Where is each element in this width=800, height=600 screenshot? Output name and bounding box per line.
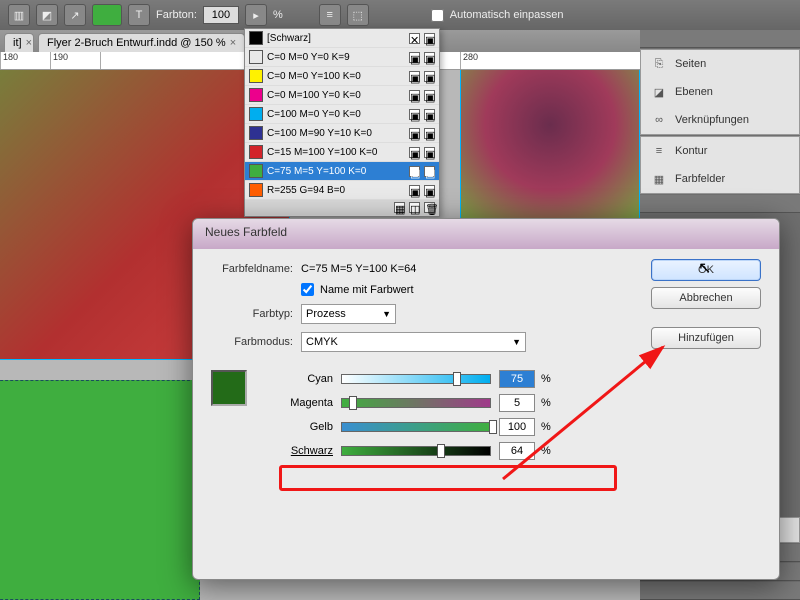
close-icon[interactable]: ×: [230, 37, 236, 49]
trash-icon[interactable]: 🗑: [424, 202, 435, 213]
swatches-dropdown: [Schwarz]✕▣ C=0 M=0 Y=0 K=9▣▣ C=0 M=0 Y=…: [244, 28, 440, 217]
gelb-slider[interactable]: [341, 422, 491, 432]
magenta-label: Magenta: [263, 397, 341, 409]
swatch-item[interactable]: [Schwarz]✕▣: [245, 29, 439, 48]
name-with-value-label: Name mit Farbwert: [320, 284, 414, 296]
swatch-name-label: Farbfeldname:: [211, 263, 301, 275]
tool-icon[interactable]: ↗: [64, 4, 86, 26]
document-tab-active[interactable]: Flyer 2-Bruch Entwurf.indd @ 150 %×: [38, 33, 245, 52]
schwarz-slider[interactable]: [341, 446, 491, 456]
farbmodus-label: Farbmodus:: [211, 336, 301, 348]
dialog-title: Neues Farbfeld: [193, 219, 779, 249]
mouse-cursor-icon: ↖: [698, 258, 711, 278]
panel-collapse-bar[interactable]: [640, 195, 800, 213]
stroke-icon: ≡: [651, 143, 667, 159]
auto-fit-label: Automatisch einpassen: [450, 9, 564, 21]
schwarz-label: Schwarz: [263, 445, 341, 457]
swatch-footer: ▦ ◫ 🗑: [245, 200, 439, 216]
swatch-item[interactable]: C=0 M=100 Y=0 K=0▣▣: [245, 86, 439, 105]
swatches-icon: ▦: [651, 171, 667, 187]
align-icon[interactable]: ≡: [319, 4, 341, 26]
layers-icon: ◪: [651, 84, 667, 100]
none-icon: ✕: [409, 33, 420, 44]
cancel-button[interactable]: Abbrechen: [651, 287, 761, 309]
cyan-slider[interactable]: [341, 374, 491, 384]
panel-seiten[interactable]: ⎘Seiten: [641, 50, 799, 78]
new-swatch-dialog: Neues Farbfeld OK Abbrechen Hinzufügen F…: [192, 218, 780, 580]
swatch-item[interactable]: R=255 G=94 B=0▣▣: [245, 181, 439, 200]
name-with-value-checkbox[interactable]: [301, 283, 314, 296]
panel-collapse-bar[interactable]: [640, 30, 800, 48]
gelb-label: Gelb: [263, 421, 341, 433]
farbton-input[interactable]: [203, 6, 239, 24]
auto-fit-checkbox[interactable]: [431, 9, 444, 22]
links-icon: ∞: [651, 112, 667, 128]
new-swatch-icon[interactable]: ▦: [394, 202, 405, 213]
panel-kontur[interactable]: ≡Kontur: [641, 137, 799, 165]
tool-icon[interactable]: ▥: [8, 4, 30, 26]
cyan-label: Cyan: [263, 373, 341, 385]
swatch-item[interactable]: C=0 M=0 Y=0 K=9▣▣: [245, 48, 439, 67]
tool-icon[interactable]: ◩: [36, 4, 58, 26]
dropdown-icon[interactable]: ▸: [245, 4, 267, 26]
panel-ebenen[interactable]: ◪Ebenen: [641, 78, 799, 106]
swatch-item[interactable]: C=15 M=100 Y=100 K=0▣▣: [245, 143, 439, 162]
application-toolbar: ▥ ◩ ↗ T Farbton: ▸ % ≡ ⬚ Automatisch ein…: [0, 0, 800, 30]
wrap-icon[interactable]: ⬚: [347, 4, 369, 26]
fill-swatch[interactable]: [92, 4, 122, 26]
panel-verknuepfungen[interactable]: ∞Verknüpfungen: [641, 106, 799, 134]
swatch-item[interactable]: C=100 M=0 Y=0 K=0▣▣: [245, 105, 439, 124]
color-preview: [211, 370, 247, 406]
swatch-item[interactable]: C=0 M=0 Y=100 K=0▣▣: [245, 67, 439, 86]
swatch-item[interactable]: C=100 M=90 Y=10 K=0▣▣: [245, 124, 439, 143]
chevron-down-icon: ▼: [382, 309, 391, 319]
green-rectangle-frame[interactable]: [0, 380, 200, 600]
farbtyp-select[interactable]: Prozess▼: [301, 304, 396, 324]
percent-label: %: [273, 9, 283, 21]
farbton-label: Farbton:: [156, 9, 197, 21]
farbtyp-label: Farbtyp:: [211, 308, 301, 320]
magenta-slider[interactable]: [341, 398, 491, 408]
swatch-name-value: C=75 M=5 Y=100 K=64: [301, 263, 416, 275]
type-tool-icon[interactable]: T: [128, 4, 150, 26]
annotation-arrow: [493, 339, 683, 489]
close-icon[interactable]: ×: [26, 37, 32, 49]
new-swatch-icon[interactable]: ◫: [409, 202, 420, 213]
document-tab[interactable]: it]×: [4, 33, 34, 52]
pages-icon: ⎘: [651, 56, 667, 72]
cmyk-icon: ▣: [424, 33, 435, 44]
placed-image-grapes[interactable]: [460, 70, 640, 220]
panel-collapse-bar[interactable]: [640, 582, 800, 600]
swatch-item-selected[interactable]: C=75 M=5 Y=100 K=0▣▣: [245, 162, 439, 181]
panel-farbfelder[interactable]: ▦Farbfelder: [641, 165, 799, 193]
